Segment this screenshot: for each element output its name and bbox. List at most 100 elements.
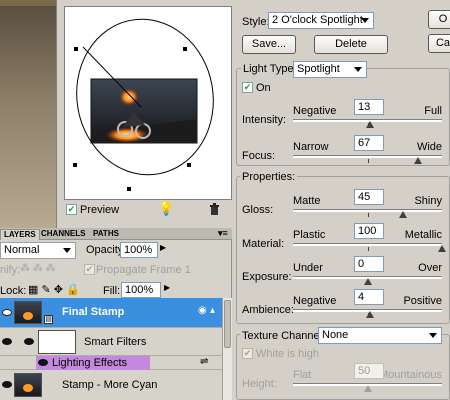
panel-tabs: LAYERS CHANNELS PATHS ▾≡ — [0, 228, 232, 240]
light-on-label: On — [256, 82, 271, 94]
light-type-value: Spotlight — [297, 63, 340, 75]
preview-label: Preview — [80, 204, 120, 216]
ambience-value-input[interactable]: 4 — [354, 289, 384, 305]
eye-icon[interactable] — [2, 309, 12, 316]
canvas-background — [0, 6, 56, 230]
style-select[interactable]: 2 O'clock Spotlight — [268, 12, 374, 29]
light-on-checkbox[interactable]: ✔ — [242, 82, 253, 93]
blend-mode-value: Normal — [4, 244, 40, 256]
material-max-label: Metallic — [404, 229, 442, 241]
light-ellipse-preview[interactable] — [65, 7, 231, 199]
light-type-select[interactable]: Spotlight — [293, 61, 367, 78]
exposure-slider-thumb[interactable] — [364, 278, 372, 285]
light-preview-area[interactable] — [64, 6, 232, 200]
focus-max-label: Wide — [416, 141, 442, 153]
material-slider-thumb[interactable] — [438, 245, 446, 252]
exposure-min-label: Under — [293, 262, 323, 274]
preview-checkbox[interactable]: ✔ — [66, 204, 77, 215]
ambience-slider-thumb[interactable] — [366, 311, 374, 318]
layer-name[interactable]: Stamp - More Cyan — [62, 379, 157, 391]
white-is-high-label: White is high — [256, 348, 319, 360]
focus-slider-thumb[interactable] — [414, 157, 422, 164]
material-slider-track[interactable] — [293, 243, 442, 246]
layer-row-smart-filters[interactable]: Smart Filters — [0, 328, 222, 356]
exposure-label: Exposure: — [242, 271, 292, 283]
focus-center-tick — [368, 159, 369, 163]
texture-channel-label: Texture Channel: — [240, 330, 328, 342]
tab-channels[interactable]: CHANNELS — [38, 229, 88, 239]
fill-input[interactable]: 100% — [121, 282, 161, 298]
ok-button[interactable]: O — [428, 10, 450, 29]
gloss-center-tick — [368, 213, 369, 217]
ambience-min-label: Negative — [293, 295, 337, 307]
gloss-value-input[interactable]: 45 — [354, 189, 384, 205]
material-min-label: Plastic — [293, 229, 326, 241]
eye-icon[interactable] — [2, 338, 12, 345]
gloss-label: Gloss: — [242, 204, 274, 216]
style-label: Style: — [242, 16, 270, 28]
intensity-slider-thumb[interactable] — [366, 121, 374, 128]
light-bulb-icon[interactable]: 💡 — [158, 201, 174, 217]
material-label: Material: — [242, 238, 285, 250]
blend-mode-select[interactable]: Normal — [0, 242, 76, 259]
trash-icon[interactable] — [209, 203, 220, 215]
eye-icon[interactable] — [38, 359, 48, 366]
filter-mask-thumbnail — [38, 330, 76, 354]
layer-name[interactable]: Lighting Effects — [52, 357, 127, 369]
chevron-down-icon — [429, 333, 437, 338]
delete-style-button[interactable]: Delete — [314, 35, 388, 54]
gloss-slider-thumb[interactable] — [399, 211, 407, 218]
exposure-value-input[interactable]: 0 — [354, 256, 384, 272]
tab-layers[interactable]: LAYERS — [0, 229, 40, 240]
unify-icons[interactable]: ⁂ ⁂ ⁂ — [20, 263, 56, 274]
layers-scrollbar[interactable] — [222, 298, 232, 400]
intensity-min-label: Negative — [293, 105, 337, 117]
layer-effects-icon[interactable]: ◉ — [198, 305, 207, 316]
gloss-slider-track[interactable] — [293, 209, 442, 212]
lock-label: Lock: — [0, 285, 27, 297]
ambience-max-label: Positive — [403, 295, 442, 307]
propagate-frame-label: Propagate Frame 1 — [96, 264, 191, 276]
gloss-max-label: Shiny — [414, 195, 442, 207]
eye-icon[interactable] — [24, 338, 34, 345]
chevron-down-icon — [63, 248, 71, 253]
fill-dropdown-icon[interactable]: ▶ — [164, 283, 170, 292]
material-value-input[interactable]: 100 — [354, 223, 384, 239]
ambience-label: Ambience: — [242, 304, 294, 316]
eye-icon[interactable] — [2, 381, 12, 388]
panel-menu-icon[interactable]: ▾≡ — [218, 228, 228, 239]
opacity-input[interactable]: 100% — [120, 242, 158, 258]
chevron-down-icon — [354, 67, 362, 72]
fill-label: Fill: — [103, 285, 121, 297]
layer-row-final-stamp[interactable]: ▤ Final Stamp ◉ ▴ — [0, 298, 222, 328]
focus-min-label: Narrow — [293, 141, 329, 153]
save-style-button[interactable]: Save... — [242, 35, 296, 54]
material-center-tick — [368, 247, 369, 251]
layer-name[interactable]: Final Stamp — [62, 306, 124, 318]
white-is-high-checkbox[interactable]: ✔ — [242, 348, 253, 359]
cancel-button[interactable]: Ca — [428, 34, 450, 53]
filter-options-icon[interactable]: ⇌ — [200, 356, 208, 367]
layer-name[interactable]: Smart Filters — [84, 336, 146, 348]
chevron-down-icon — [361, 18, 369, 23]
focus-label: Focus: — [242, 150, 276, 162]
smart-object-icon: ▤ — [44, 315, 53, 324]
opacity-dropdown-icon[interactable]: ▶ — [160, 243, 166, 252]
texture-channel-value: None — [322, 329, 349, 341]
focus-value-input[interactable]: 67 — [354, 135, 384, 151]
lock-icons[interactable]: ▦ ✎ ✥ 🔒 — [28, 283, 80, 296]
unify-label: nify: — [0, 264, 21, 276]
collapse-triangle-icon[interactable]: ▴ — [210, 305, 215, 316]
tab-paths[interactable]: PATHS — [90, 229, 122, 239]
scrollbar-thumb[interactable] — [224, 300, 231, 348]
layer-thumbnail — [14, 373, 42, 397]
intensity-value-input[interactable]: 13 — [354, 99, 384, 115]
style-select-value: 2 O'clock Spotlight — [272, 14, 363, 26]
gloss-min-label: Matte — [293, 195, 321, 207]
texture-channel-select[interactable]: None — [318, 327, 442, 344]
exposure-max-label: Over — [418, 262, 442, 274]
light-type-label: Light Type: — [241, 63, 299, 75]
layer-row-stamp-more-cyan[interactable]: Stamp - More Cyan — [0, 370, 222, 400]
propagate-frame-checkbox[interactable]: ✔ — [84, 264, 95, 275]
layer-row-lighting-effects[interactable]: Lighting Effects ⇌ — [0, 356, 222, 370]
